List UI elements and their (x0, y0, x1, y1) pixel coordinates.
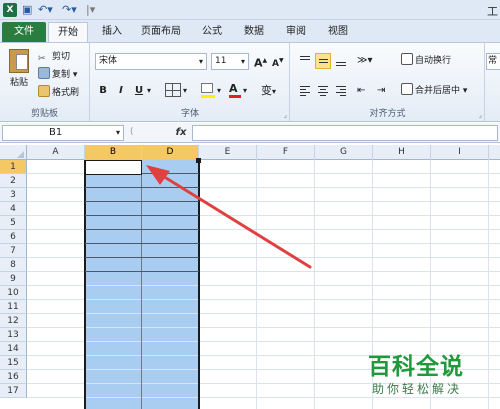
borders-icon[interactable] (165, 83, 181, 97)
font-name-dropdown[interactable]: 宋体 ▾ (95, 53, 207, 70)
fill-color-icon[interactable] (201, 83, 215, 99)
number-format-dropdown[interactable]: 常规 (486, 53, 500, 70)
underline-button[interactable]: U (131, 83, 147, 99)
shrink-font-icon[interactable]: A▼ (272, 53, 284, 69)
tab-view[interactable]: 视图 (322, 22, 354, 42)
tab-review[interactable]: 审阅 (280, 22, 312, 42)
chevron-down-icon: ▾ (198, 57, 203, 66)
chevron-down-icon: ▾ (115, 128, 120, 137)
align-middle-icon[interactable] (315, 53, 331, 69)
redo-icon[interactable]: ↷▾ (62, 3, 77, 17)
bold-button[interactable]: B (95, 83, 111, 99)
paste-icon (9, 49, 29, 73)
font-group: 宋体 ▾ 11 ▾ A▲ A▼ B I U ▾ ▾ ▾ A ▾ 变▾ 字体 ⌟ (91, 43, 290, 121)
undo-icon[interactable]: ↶▾ (38, 3, 53, 17)
tab-home[interactable]: 开始 (48, 22, 88, 42)
fill-color-dropdown-icon[interactable]: ▾ (217, 83, 221, 99)
italic-button[interactable]: I (113, 83, 129, 99)
copy-icon (38, 67, 50, 79)
number-group: 常规 (486, 43, 500, 121)
spreadsheet-grid[interactable]: A B D E F G H I 1 2 3 4 5 6 7 8 9 10 11 12 13 14 15 16 1… (0, 145, 500, 409)
font-color-icon[interactable]: A (229, 81, 241, 98)
underline-dropdown-icon[interactable]: ▾ (147, 83, 151, 99)
align-center-icon[interactable] (315, 83, 331, 99)
increase-indent-icon[interactable]: ⇥ (377, 83, 385, 99)
tab-file[interactable]: 文件 (2, 22, 46, 42)
save-icon[interactable]: ▣ (22, 3, 32, 17)
merge-icon (401, 83, 413, 95)
font-color-dropdown-icon[interactable]: ▾ (243, 83, 247, 99)
font-size-dropdown[interactable]: 11 ▾ (211, 53, 249, 70)
wrap-text-button[interactable]: 自动换行 (401, 53, 451, 69)
dialog-launcher-icon[interactable]: ⌟ (284, 111, 287, 119)
excel-app-icon: X (3, 3, 17, 17)
insert-function-button[interactable]: fx (172, 125, 190, 141)
alignment-group-label: 对齐方式 (369, 109, 406, 119)
name-box[interactable]: B1 ▾ (2, 125, 124, 141)
splitter-icon[interactable]: ( (130, 127, 140, 139)
scissors-icon: ✂ (38, 54, 46, 64)
chevron-down-icon: ▾ (240, 57, 245, 66)
align-left-icon[interactable] (297, 83, 313, 99)
tab-formulas[interactable]: 公式 (196, 22, 228, 42)
phonetic-icon[interactable]: 变▾ (261, 83, 276, 99)
orientation-icon[interactable]: ≫▾ (357, 53, 373, 69)
format-painter-button[interactable]: 格式刷 (38, 85, 79, 101)
formula-bar: B1 ▾ ( fx (0, 123, 500, 143)
clipboard-group: 粘贴 ✂ 剪切 复制 ▾ 格式刷 剪贴板 (0, 43, 90, 121)
title-bar: X ▣ ↶▾ ↷▾ |▾ 工 (0, 0, 500, 20)
tab-data[interactable]: 数据 (238, 22, 270, 42)
watermark-title: 百科全说 (368, 354, 464, 380)
alignment-group: ≫▾ 自动换行 ⇤ ⇥ 合并后居中 ▾ 对齐方式 ⌟ (291, 43, 485, 121)
wrap-text-icon (401, 53, 413, 65)
align-top-icon[interactable] (297, 53, 313, 69)
clipboard-group-label: 剪贴板 (30, 109, 58, 119)
font-group-label: 字体 (180, 109, 199, 119)
merge-center-button[interactable]: 合并后居中 ▾ (401, 83, 467, 99)
ribbon: 粘贴 ✂ 剪切 复制 ▾ 格式刷 剪贴板 宋体 ▾ 11 ▾ A▲ A▼ B I … (0, 42, 500, 122)
tab-page-layout[interactable]: 页面布局 (136, 22, 186, 42)
watermark: 百科全说 助你轻松解决 (368, 353, 492, 403)
align-right-icon[interactable] (333, 83, 349, 99)
paste-label: 粘贴 (9, 78, 28, 88)
paste-button[interactable]: 粘贴 (6, 47, 32, 95)
window-title: 工 (487, 5, 498, 18)
grow-font-icon[interactable]: A▲ (254, 53, 267, 70)
copy-button[interactable]: 复制 ▾ (38, 67, 77, 83)
align-bottom-icon[interactable] (333, 53, 349, 69)
tab-insert[interactable]: 插入 (96, 22, 128, 42)
ribbon-tabs: 文件 开始 插入 页面布局 公式 数据 审阅 视图 (0, 20, 500, 42)
brush-icon (38, 85, 50, 97)
customize-toolbar-icon[interactable]: |▾ (86, 3, 95, 17)
decrease-indent-icon[interactable]: ⇤ (357, 83, 365, 99)
borders-dropdown-icon[interactable]: ▾ (183, 83, 187, 99)
watermark-subtitle: 助你轻松解决 (372, 382, 463, 396)
cut-button[interactable]: ✂ 剪切 (38, 49, 70, 65)
dialog-launcher-icon[interactable]: ⌟ (479, 111, 482, 119)
formula-input[interactable] (192, 125, 498, 141)
